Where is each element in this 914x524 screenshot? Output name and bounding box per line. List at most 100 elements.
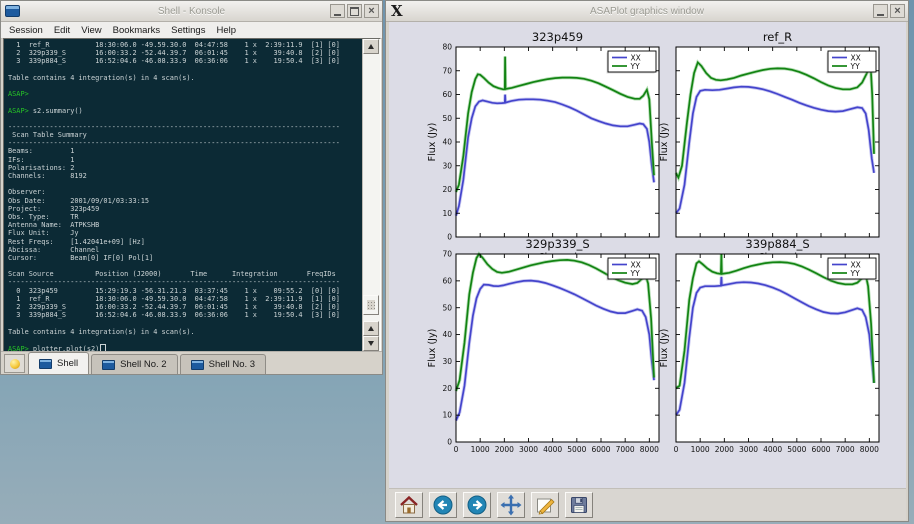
menu-item-view[interactable]: View bbox=[81, 25, 101, 36]
y-tick-label: 50 bbox=[442, 114, 452, 123]
subplot-config-button[interactable] bbox=[531, 492, 559, 518]
terminal-line bbox=[8, 180, 362, 188]
minimize-button[interactable] bbox=[330, 4, 345, 18]
new-session-button[interactable] bbox=[4, 354, 25, 373]
pan-button[interactable] bbox=[497, 492, 525, 518]
menu-item-session[interactable]: Session bbox=[9, 25, 43, 36]
terminal-line: Scan Table Summary bbox=[8, 131, 362, 139]
y-tick-label: 0 bbox=[447, 438, 452, 447]
terminal-line: 0 323p459 15:29:19.3 -56.31.21.3 03:37:4… bbox=[8, 287, 362, 295]
x11-icon: X bbox=[391, 4, 403, 19]
x-tick-label: 2000 bbox=[715, 445, 734, 454]
y-tick-label: 80 bbox=[442, 43, 452, 52]
terminal-line: 1 ref_R 18:30:06.0 -49.59.30.0 04:47:58 … bbox=[8, 295, 362, 303]
subplot-grid: 01020304050607080ChannelFlux (Jy)XXYYCha… bbox=[389, 22, 906, 488]
back-icon bbox=[432, 494, 454, 516]
x-tick-label: 8000 bbox=[640, 445, 659, 454]
y-tick-label: 60 bbox=[442, 276, 452, 285]
x-tick-label: 0 bbox=[454, 445, 459, 454]
konsole-titlebar[interactable]: Shell - Konsole × bbox=[1, 1, 382, 22]
menu-item-settings[interactable]: Settings bbox=[171, 25, 205, 36]
x-tick-label: 4000 bbox=[763, 445, 782, 454]
minimize-button[interactable] bbox=[873, 4, 888, 18]
terminal-output[interactable]: 1 ref_R 18:30:06.0 -49.59.30.0 04:47:58 … bbox=[4, 39, 362, 351]
scroll-up-button-2[interactable] bbox=[363, 321, 379, 336]
save-button[interactable] bbox=[565, 492, 593, 518]
terminal-frame: 1 ref_R 18:30:06.0 -49.59.30.0 04:47:58 … bbox=[3, 38, 381, 352]
terminal-line: 1 ref_R 18:30:06.0 -49.59.30.0 04:47:58 … bbox=[8, 41, 362, 49]
x-tick-label: 6000 bbox=[811, 445, 830, 454]
shell-screen-icon bbox=[39, 359, 52, 369]
terminal-line bbox=[8, 336, 362, 344]
subplot-title: 329p339_S bbox=[525, 237, 589, 251]
tab-shell-no-3[interactable]: Shell No. 3 bbox=[180, 354, 266, 374]
save-icon bbox=[568, 494, 590, 516]
x-tick-label: 4000 bbox=[543, 445, 562, 454]
menu-item-bookmarks[interactable]: Bookmarks bbox=[113, 25, 161, 36]
menu-item-edit[interactable]: Edit bbox=[54, 25, 70, 36]
y-axis-label: Flux (Jy) bbox=[427, 329, 438, 368]
terminal-line: ----------------------------------------… bbox=[8, 278, 362, 286]
menu-item-help[interactable]: Help bbox=[216, 25, 236, 36]
y-tick-label: 20 bbox=[442, 384, 452, 393]
terminal-line: ASAP> bbox=[8, 90, 362, 98]
close-button[interactable]: × bbox=[364, 4, 379, 18]
terminal-line bbox=[8, 319, 362, 327]
scroll-up-button[interactable] bbox=[363, 39, 379, 54]
terminal-line bbox=[8, 115, 362, 123]
tab-shell[interactable]: Shell bbox=[28, 352, 89, 374]
asaplot-window: X ASAPlot graphics window × 010203040506… bbox=[385, 0, 909, 522]
back-button[interactable] bbox=[429, 492, 457, 518]
terminal-line: Table contains 4 integration(s) in 4 sca… bbox=[8, 328, 362, 336]
maximize-button[interactable] bbox=[347, 4, 362, 18]
scroll-down-button[interactable] bbox=[363, 336, 379, 351]
terminal-line: ----------------------------------------… bbox=[8, 123, 362, 131]
terminal-scrollbar[interactable] bbox=[362, 39, 380, 351]
x-tick-label: 1000 bbox=[471, 445, 490, 454]
tab-label: Shell No. 3 bbox=[209, 359, 255, 370]
x-tick-label: 5000 bbox=[787, 445, 806, 454]
screen: Shell - Konsole × Session Edit View Bookmar… bbox=[0, 0, 914, 524]
asaplot-window-title: ASAPlot graphics window bbox=[386, 6, 908, 17]
x-tick-label: 7000 bbox=[616, 445, 635, 454]
legend-label: YY bbox=[630, 269, 641, 278]
konsole-app-icon bbox=[5, 5, 20, 17]
tab-shell-no-2[interactable]: Shell No. 2 bbox=[91, 354, 177, 374]
terminal-line: Scan Source Position (J2000) Time Integr… bbox=[8, 270, 362, 278]
terminal-line: Obs Date: 2001/09/01/03:33:15 bbox=[8, 197, 362, 205]
scrollbar-thumb[interactable] bbox=[363, 295, 379, 315]
terminal-cursor bbox=[100, 344, 106, 351]
y-tick-label: 70 bbox=[442, 66, 452, 75]
terminal-line bbox=[8, 98, 362, 106]
close-button[interactable]: × bbox=[890, 4, 905, 18]
x-tick-label: 3000 bbox=[519, 445, 538, 454]
y-axis-label: Flux (Jy) bbox=[427, 123, 438, 162]
terminal-line: Project: 323p459 bbox=[8, 205, 362, 213]
subplot-title: ref_R bbox=[763, 30, 792, 44]
terminal-line: Rest Freqs: [1.42041e+09] [Hz] bbox=[8, 238, 362, 246]
y-tick-label: 0 bbox=[447, 233, 452, 242]
y-tick-label: 20 bbox=[442, 185, 452, 194]
terminal-line: 3 339p884_S 16:52:04.6 -46.08.33.9 06:36… bbox=[8, 311, 362, 319]
asaplot-titlebar[interactable]: X ASAPlot graphics window × bbox=[386, 1, 908, 22]
tab-label: Shell No. 2 bbox=[120, 359, 166, 370]
y-axis-label: Flux (Jy) bbox=[659, 123, 670, 162]
terminal-line: Channels: 8192 bbox=[8, 172, 362, 180]
subplot-title: 323p459 bbox=[532, 30, 583, 44]
konsole-tabbar: Shell Shell No. 2 Shell No. 3 bbox=[1, 351, 382, 374]
y-tick-label: 50 bbox=[442, 303, 452, 312]
forward-button[interactable] bbox=[463, 492, 491, 518]
konsole-window-title: Shell - Konsole bbox=[1, 6, 382, 17]
shell-screen-icon bbox=[102, 360, 115, 370]
plot-canvas[interactable]: 01020304050607080ChannelFlux (Jy)XXYYCha… bbox=[389, 22, 906, 488]
new-session-icon bbox=[10, 359, 20, 369]
konsole-menubar: Session Edit View Bookmarks Settings Help bbox=[1, 22, 382, 39]
konsole-window: Shell - Konsole × Session Edit View Bookmar… bbox=[0, 0, 383, 375]
home-button[interactable] bbox=[395, 492, 423, 518]
x-tick-label: 1000 bbox=[691, 445, 710, 454]
terminal-line: Polarisations: 2 bbox=[8, 164, 362, 172]
legend-label: YY bbox=[850, 62, 861, 71]
y-tick-label: 30 bbox=[442, 161, 452, 170]
terminal-line: Abcissa: Channel bbox=[8, 246, 362, 254]
x-tick-label: 7000 bbox=[836, 445, 855, 454]
